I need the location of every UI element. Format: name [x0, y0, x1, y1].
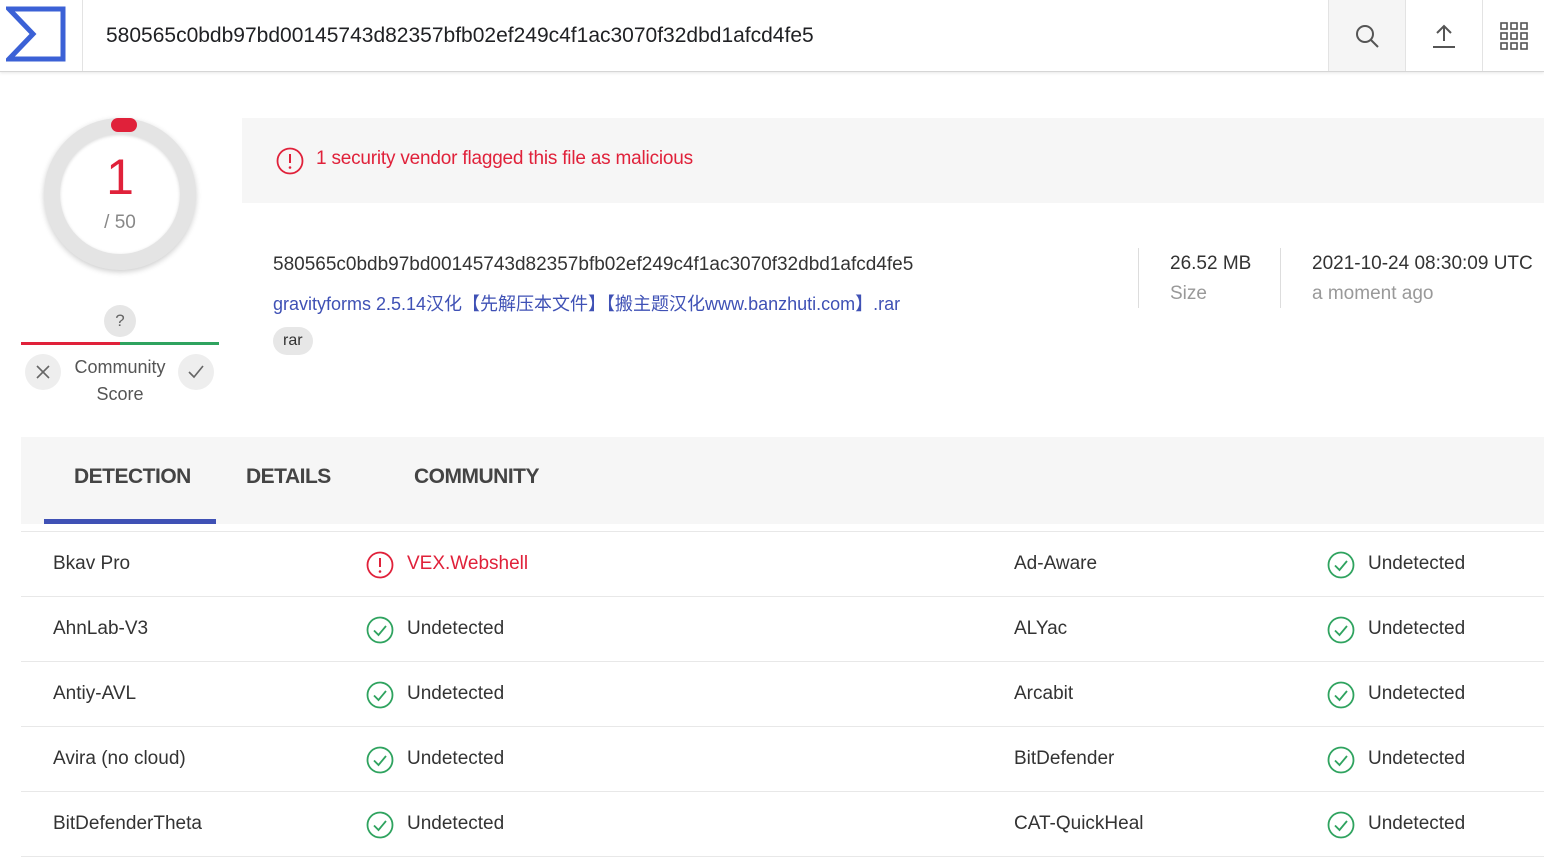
check-circle-icon — [366, 616, 394, 644]
detection-result: Undetected — [407, 813, 505, 834]
vote-harmful-button[interactable] — [25, 354, 61, 390]
community-label-line1: Community — [74, 357, 166, 377]
community-bar-negative — [21, 342, 120, 345]
close-icon — [36, 365, 50, 379]
alert-icon — [276, 147, 304, 175]
check-circle-icon — [366, 811, 394, 839]
detection-result: Undetected — [1368, 683, 1466, 704]
tab-details[interactable]: DETAILS — [246, 465, 331, 489]
top-bar — [0, 0, 1544, 72]
file-type-tag[interactable]: rar — [273, 327, 313, 355]
engine-total: / 50 — [104, 212, 136, 233]
file-name-link[interactable]: gravityforms 2.5.14汉化【先解压本文件】【搬主题汉化www.b… — [273, 290, 900, 316]
tab-detection[interactable]: DETECTION — [74, 465, 191, 489]
detection-ring-marker — [111, 118, 137, 132]
upload-button[interactable] — [1405, 0, 1482, 71]
table-row: Avira (no cloud) Undetected BitDefender … — [21, 727, 1544, 792]
check-circle-icon — [1327, 616, 1355, 644]
upload-icon — [1433, 24, 1455, 48]
detection-result: Undetected — [407, 748, 505, 769]
divider — [1138, 248, 1139, 308]
detection-result: Undetected — [1368, 553, 1466, 574]
divider — [1280, 248, 1281, 308]
detection-result: Undetected — [407, 618, 505, 639]
check-circle-icon — [366, 681, 394, 709]
detection-table: Bkav Pro VEX.Webshell Ad-Aware Undetecte… — [21, 531, 1544, 857]
apps-button[interactable] — [1482, 0, 1544, 71]
vendor-name: ALYac — [1014, 618, 1068, 639]
detection-result: Undetected — [1368, 748, 1466, 769]
vote-harmless-button[interactable] — [178, 354, 214, 390]
check-circle-icon — [366, 746, 394, 774]
check-circle-icon — [1327, 811, 1355, 839]
detection-score-ring: 1 / 50 — [44, 118, 196, 270]
table-row: Bkav Pro VEX.Webshell Ad-Aware Undetecte… — [21, 532, 1544, 597]
report-tabs: DETECTION DETAILS COMMUNITY — [21, 437, 1544, 524]
detection-result: Undetected — [1368, 618, 1466, 639]
table-row: BitDefenderTheta Undetected CAT-QuickHea… — [21, 792, 1544, 857]
vendor-name: Arcabit — [1014, 683, 1074, 704]
search-icon — [1356, 24, 1379, 48]
file-size-label: Size — [1170, 283, 1207, 304]
check-circle-icon — [1327, 551, 1355, 579]
community-score-help[interactable]: ? — [104, 305, 136, 337]
analysis-date: 2021-10-24 08:30:09 UTC — [1312, 253, 1533, 274]
check-icon — [188, 365, 204, 379]
detection-score-center: 1 / 50 — [60, 134, 180, 254]
vendor-name: CAT-QuickHeal — [1014, 813, 1144, 834]
community-score-label: Community Score — [64, 354, 176, 408]
vendor-name: Bkav Pro — [53, 553, 131, 574]
alert-message: 1 security vendor flagged this file as m… — [316, 148, 693, 169]
vendor-name: BitDefenderTheta — [53, 813, 202, 834]
malicious-alert-icon — [366, 551, 394, 579]
tab-community[interactable]: COMMUNITY — [414, 465, 540, 489]
vendor-name: Ad-Aware — [1014, 553, 1098, 574]
virustotal-logo[interactable] — [3, 6, 66, 62]
apps-grid-icon — [1499, 21, 1528, 50]
file-size: 26.52 MB — [1170, 253, 1252, 274]
check-circle-icon — [1327, 746, 1355, 774]
analysis-date-relative: a moment ago — [1312, 283, 1434, 304]
detection-result[interactable]: VEX.Webshell — [407, 532, 528, 596]
table-row: AhnLab-V3 Undetected ALYac Undetected — [21, 597, 1544, 662]
table-row: Antiy-AVL Undetected Arcabit Undetected — [21, 662, 1544, 727]
vendor-name: Antiy-AVL — [53, 683, 137, 704]
file-hash: 580565c0bdb97bd00145743d82357bfb02ef249c… — [273, 254, 914, 275]
search-input[interactable] — [82, 0, 1328, 71]
detection-count: 1 — [106, 149, 134, 205]
detection-result: Undetected — [1368, 813, 1466, 834]
active-tab-indicator — [44, 519, 216, 524]
vendor-name: Avira (no cloud) — [53, 748, 186, 769]
community-label-line2: Score — [96, 384, 144, 404]
community-bar-positive — [120, 342, 219, 345]
search-button[interactable] — [1328, 0, 1405, 71]
vendor-name: AhnLab-V3 — [53, 618, 149, 639]
check-circle-icon — [1327, 681, 1355, 709]
detection-result: Undetected — [407, 683, 505, 704]
vendor-name: BitDefender — [1014, 748, 1115, 769]
malicious-alert-banner: 1 security vendor flagged this file as m… — [242, 118, 1544, 203]
